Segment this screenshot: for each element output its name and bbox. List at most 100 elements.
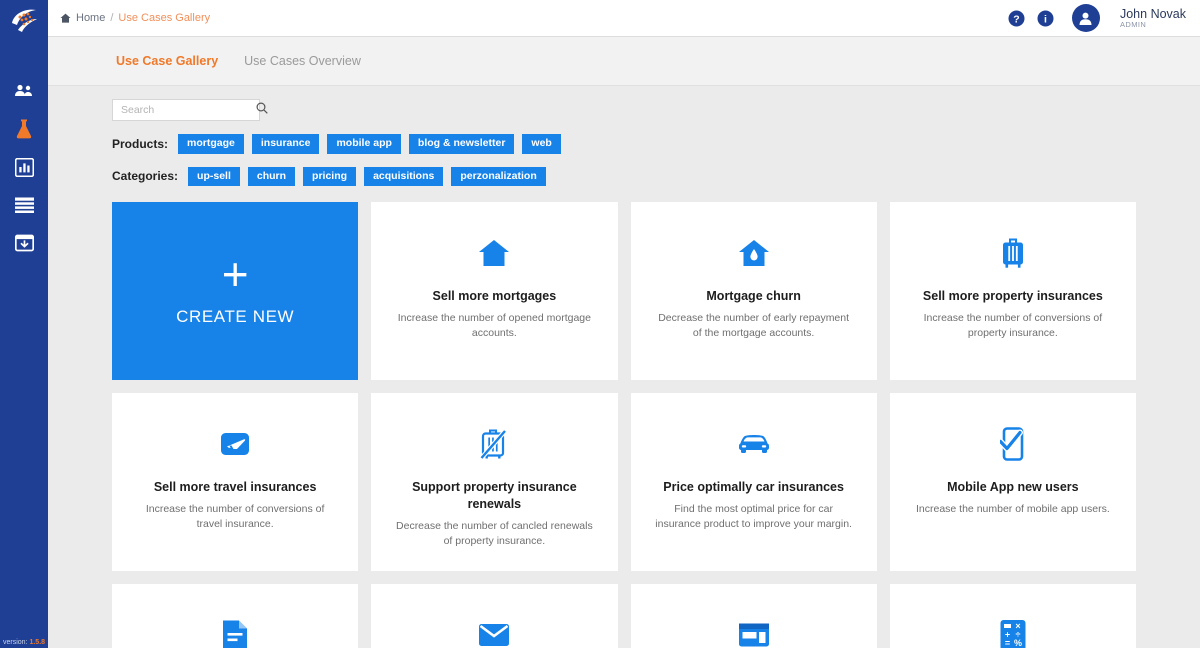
sidebar-item-experiments[interactable] xyxy=(0,110,48,148)
version-number: 1.5.8 xyxy=(29,639,45,646)
card-description: Increase the number of conversions of pr… xyxy=(912,311,1114,341)
card-description: Increase the number of mobile app users. xyxy=(916,502,1110,517)
filter-row-products: Products: mortgage insurance mobile app … xyxy=(112,134,1200,154)
svg-text:?: ? xyxy=(1013,13,1019,25)
tab-bar: Use Case Gallery Use Cases Overview xyxy=(48,37,1200,86)
user-name: John Novak xyxy=(1120,7,1186,21)
card-title: Mobile App new users xyxy=(947,479,1079,496)
list-icon xyxy=(15,197,34,214)
sidebar: version: 1.5.8 xyxy=(0,0,48,648)
use-case-card[interactable]: Sell more property insurances Increase t… xyxy=(890,202,1136,380)
filter-row-categories: Categories: up-sell churn pricing acquis… xyxy=(112,167,1200,187)
sidebar-item-archive[interactable] xyxy=(0,224,48,262)
avatar[interactable] xyxy=(1072,4,1100,32)
chip-mobile-app[interactable]: mobile app xyxy=(327,134,400,154)
sidebar-item-users[interactable] xyxy=(0,72,48,110)
use-case-card[interactable]: Sell more mortgages Increase the number … xyxy=(371,202,617,380)
card-title: Sell more mortgages xyxy=(433,288,557,305)
app-logo[interactable] xyxy=(0,0,48,40)
filters: Products: mortgage insurance mobile app … xyxy=(48,134,1200,186)
chip-blog-newsletter[interactable]: blog & newsletter xyxy=(409,134,515,154)
use-case-card[interactable]: Support property insurance renewals Decr… xyxy=(371,393,617,571)
user-role: ADMIN xyxy=(1120,21,1186,30)
use-case-card[interactable]: Sell more travel insurances Increase the… xyxy=(112,393,358,571)
app-root: version: 1.5.8 Home / Use Cases Gallery xyxy=(0,0,1200,648)
airplane-icon xyxy=(219,427,251,461)
main-area: Home / Use Cases Gallery ? i xyxy=(48,0,1200,648)
version-text: version: xyxy=(3,639,28,646)
sidebar-nav xyxy=(0,72,48,262)
card-title: Mortgage churn xyxy=(706,288,800,305)
use-case-card[interactable] xyxy=(112,584,358,648)
filter-label-products: Products: xyxy=(112,137,168,151)
filter-label-categories: Categories: xyxy=(112,169,178,183)
chip-churn[interactable]: churn xyxy=(248,167,295,187)
suitcase-icon xyxy=(1000,236,1026,270)
user-info[interactable]: John Novak ADMIN xyxy=(1120,7,1186,30)
chip-insurance[interactable]: insurance xyxy=(252,134,320,154)
card-description: Increase the number of conversions of tr… xyxy=(134,502,336,532)
breadcrumb-current[interactable]: Use Cases Gallery xyxy=(118,12,210,24)
create-new-card[interactable]: + CREATE NEW xyxy=(112,202,358,380)
topbar: Home / Use Cases Gallery ? i xyxy=(48,0,1200,37)
chip-web[interactable]: web xyxy=(522,134,560,154)
question-circle-icon[interactable]: ? xyxy=(1008,10,1025,27)
use-case-card[interactable] xyxy=(631,584,877,648)
plus-icon: + xyxy=(222,255,249,293)
browser-window-icon xyxy=(738,618,770,648)
card-title: Sell more property insurances xyxy=(923,288,1103,305)
calculator-icon: × + ÷ = % xyxy=(999,618,1027,648)
envelope-icon xyxy=(478,618,510,648)
chip-perzonalization[interactable]: perzonalization xyxy=(451,167,545,187)
use-case-card[interactable]: Price optimally car insurances Find the … xyxy=(631,393,877,571)
card-title: Sell more travel insurances xyxy=(154,479,317,496)
suitcase-slash-icon xyxy=(479,427,509,461)
use-case-card[interactable]: × + ÷ = % xyxy=(890,584,1136,648)
home-icon xyxy=(60,13,71,23)
mobile-check-icon xyxy=(1000,427,1026,461)
card-description: Decrease the number of cancled renewals … xyxy=(393,519,595,549)
chip-pricing[interactable]: pricing xyxy=(303,167,356,187)
use-case-card[interactable]: Mobile App new users Increase the number… xyxy=(890,393,1136,571)
house-droplet-icon xyxy=(738,236,770,270)
svg-text:i: i xyxy=(1044,13,1047,25)
house-icon xyxy=(478,236,510,270)
bar-chart-icon xyxy=(15,158,34,177)
search-box[interactable] xyxy=(112,99,260,121)
breadcrumb: Home / Use Cases Gallery xyxy=(60,12,210,24)
chip-acquisitions[interactable]: acquisitions xyxy=(364,167,443,187)
search-row xyxy=(48,86,1200,121)
car-icon xyxy=(737,427,771,461)
tab-use-cases-overview[interactable]: Use Cases Overview xyxy=(244,54,361,68)
user-avatar-icon xyxy=(1078,11,1093,26)
comet-swirl-logo-icon xyxy=(8,7,40,33)
use-case-card[interactable]: Mortgage churn Decrease the number of ea… xyxy=(631,202,877,380)
search-input[interactable] xyxy=(121,104,256,116)
chip-up-sell[interactable]: up-sell xyxy=(188,167,240,187)
card-description: Increase the number of opened mortgage a… xyxy=(393,311,595,341)
archive-box-icon xyxy=(15,234,34,252)
sidebar-item-data-list[interactable] xyxy=(0,186,48,224)
card-description: Find the most optimal price for car insu… xyxy=(653,502,855,532)
version-label: version: 1.5.8 xyxy=(3,639,45,646)
document-icon xyxy=(221,618,249,648)
svg-text:%: % xyxy=(1014,638,1022,648)
topbar-actions: ? i John Novak ADMIN xyxy=(1008,4,1186,32)
card-description: Decrease the number of early repayment o… xyxy=(653,311,855,341)
sidebar-item-reports[interactable] xyxy=(0,148,48,186)
flask-icon xyxy=(15,119,33,139)
users-icon xyxy=(14,83,34,99)
search-icon[interactable] xyxy=(256,101,268,119)
content-area: Products: mortgage insurance mobile app … xyxy=(48,86,1200,648)
use-case-card[interactable] xyxy=(371,584,617,648)
card-title: Price optimally car insurances xyxy=(663,479,844,496)
breadcrumb-separator: / xyxy=(110,12,113,24)
chip-mortgage[interactable]: mortgage xyxy=(178,134,244,154)
create-new-label: CREATE NEW xyxy=(176,307,294,327)
info-circle-icon[interactable]: i xyxy=(1037,10,1054,27)
svg-text:=: = xyxy=(1005,638,1010,648)
breadcrumb-home[interactable]: Home xyxy=(76,12,105,24)
card-title: Support property insurance renewals xyxy=(393,479,595,513)
use-case-grid: + CREATE NEW Sell more mortgages Increas… xyxy=(48,202,1200,648)
tab-use-case-gallery[interactable]: Use Case Gallery xyxy=(116,54,218,68)
